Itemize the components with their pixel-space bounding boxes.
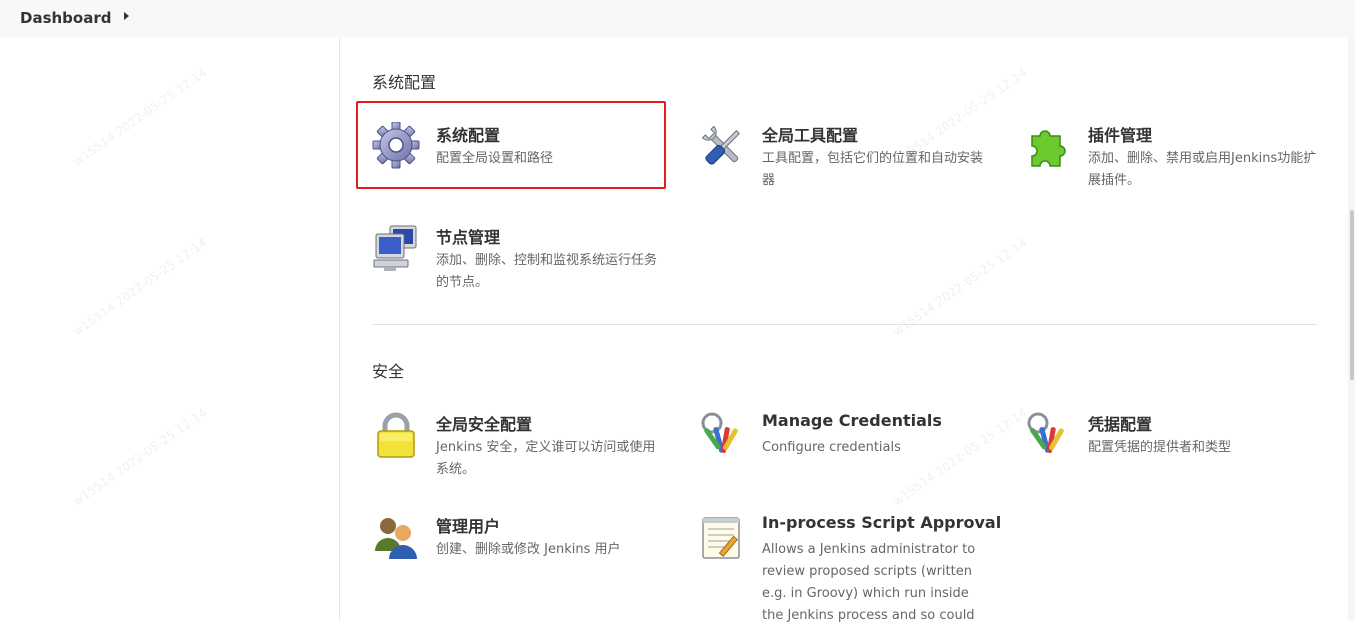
- tile-title: 节点管理: [436, 228, 501, 247]
- watermark: w15514 2022-05-25 12:14: [70, 65, 210, 169]
- users-icon: [372, 513, 422, 563]
- tile-description: Allows a Jenkins administrator to review…: [762, 542, 976, 623]
- tile-description: 工具配置，包括它们的位置和自动安装器: [762, 151, 984, 188]
- section-title-system: 系统配置: [372, 73, 437, 92]
- keys-icon: [1024, 411, 1074, 461]
- scrollbar-thumb[interactable]: [1350, 210, 1354, 380]
- tile-title: 全局安全配置: [436, 415, 533, 434]
- watermark: w15514 2022-05-25 12:14: [70, 235, 210, 339]
- tools-icon: [698, 122, 748, 172]
- tile-description: 配置凭据的提供者和类型: [1088, 440, 1232, 455]
- tile-description: Jenkins 安全，定义谁可以访问或使用系统。: [436, 440, 656, 477]
- tile-title: 管理用户: [436, 517, 501, 536]
- tile-description: 添加、删除、禁用或启用Jenkins功能扩展插件。: [1088, 151, 1317, 188]
- breadcrumb-dashboard[interactable]: Dashboard: [20, 9, 111, 27]
- section-divider: [372, 324, 1317, 325]
- tile-description: 配置全局设置和路径: [436, 151, 554, 166]
- tile-title: 插件管理: [1088, 126, 1153, 145]
- tile-title: Manage Credentials: [762, 411, 942, 430]
- lock-icon: [372, 411, 422, 461]
- tile-title: In-process Script Approval: [762, 513, 1002, 532]
- section-title-security: 安全: [372, 362, 405, 381]
- tile-description: 创建、删除或修改 Jenkins 用户: [436, 542, 621, 557]
- breadcrumb-chevron-icon[interactable]: [124, 12, 129, 20]
- top-bar: Dashboard: [0, 0, 1355, 37]
- sidebar-divider: [339, 37, 340, 620]
- computer-icon: [372, 224, 422, 274]
- tile-title: 凭据配置: [1088, 415, 1153, 434]
- tile-description: 添加、删除、控制和监视系统运行任务的节点。: [436, 253, 658, 290]
- watermark: w15514 2022-05-25 12:14: [70, 405, 210, 509]
- tile-title: 全局工具配置: [762, 126, 859, 145]
- tile-title: 系统配置: [436, 126, 501, 145]
- tile-description: Configure credentials: [762, 440, 901, 455]
- puzzle-icon: [1024, 122, 1074, 172]
- gear-icon: [372, 121, 422, 172]
- notepad-icon: [698, 513, 748, 563]
- keys-icon: [698, 411, 748, 461]
